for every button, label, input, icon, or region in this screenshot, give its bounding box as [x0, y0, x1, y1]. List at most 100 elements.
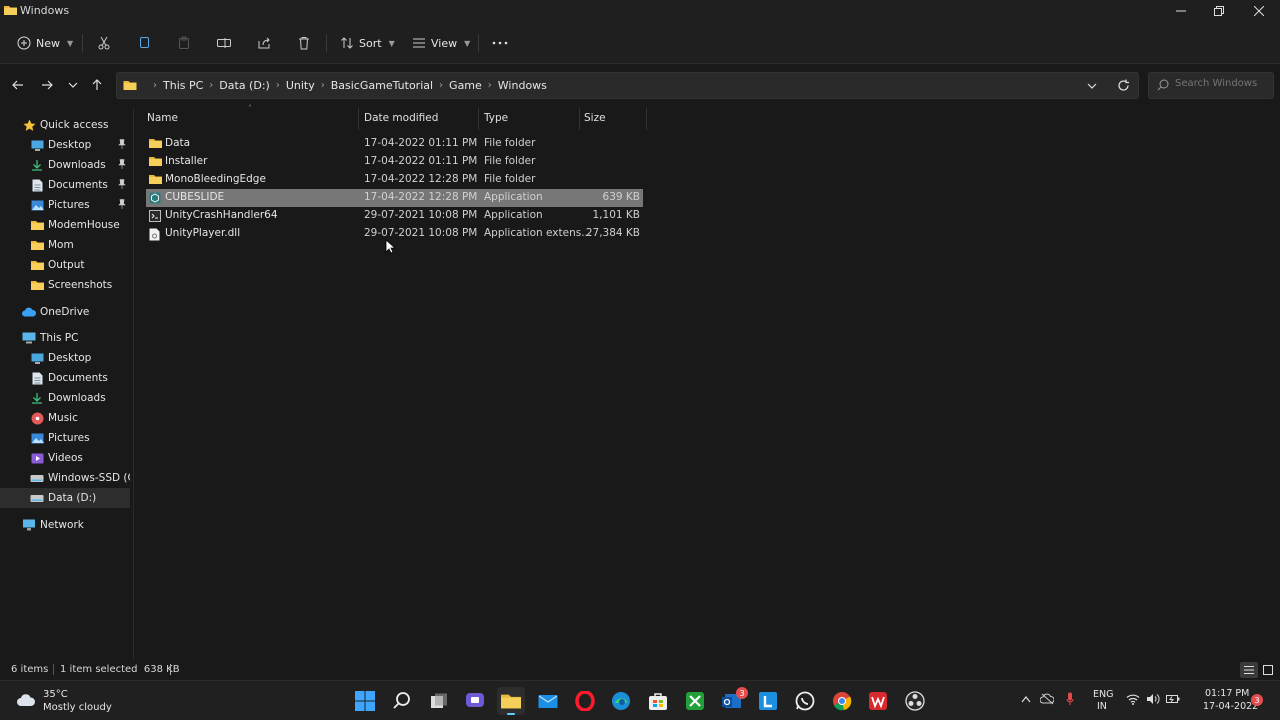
- column-header-date[interactable]: Date modified: [364, 112, 438, 124]
- opera-button[interactable]: [571, 687, 599, 715]
- search-box[interactable]: [1148, 72, 1274, 99]
- start-button[interactable]: [351, 687, 379, 715]
- sidebar-item-videos[interactable]: Videos: [0, 448, 130, 468]
- column-divider[interactable]: [358, 108, 359, 130]
- share-button[interactable]: [257, 31, 271, 55]
- delete-button[interactable]: [297, 31, 311, 55]
- close-button[interactable]: [1240, 0, 1278, 22]
- taskbar-search-button[interactable]: [388, 687, 416, 715]
- region-code[interactable]: IN: [1097, 701, 1107, 712]
- forward-button[interactable]: [36, 74, 58, 96]
- outlook-button[interactable]: 3: [718, 687, 748, 715]
- breadcrumb-windows[interactable]: Windows: [498, 79, 547, 92]
- minimize-button[interactable]: [1162, 0, 1200, 22]
- copy-button[interactable]: [137, 31, 151, 55]
- notification-badge[interactable]: 3: [1251, 694, 1263, 706]
- column-divider[interactable]: [478, 108, 479, 130]
- refresh-icon[interactable]: [1117, 79, 1130, 92]
- nav-label: This PC: [40, 332, 79, 344]
- nav-onedrive[interactable]: OneDrive: [0, 302, 130, 322]
- edge-button[interactable]: [607, 687, 635, 715]
- sidebar-item-mom[interactable]: Mom: [0, 235, 130, 255]
- show-hidden-icons-button[interactable]: [1021, 695, 1031, 703]
- whatsapp-button[interactable]: [791, 687, 819, 715]
- sidebar-item-data-d[interactable]: Data (D:): [0, 488, 130, 508]
- sidebar-item-modemhouse[interactable]: ModemHouse: [0, 215, 130, 235]
- weather-widget[interactable]: 35°C Mostly cloudy: [16, 689, 126, 715]
- file-row-cubeslide[interactable]: CUBESLIDE 17-04-2022 12:28 PM Application 6…: [146, 189, 643, 207]
- column-header-size[interactable]: Size: [584, 112, 606, 124]
- clock-date[interactable]: 17-04-2022: [1203, 701, 1258, 712]
- mail-button[interactable]: [534, 687, 562, 715]
- teams-chat-button[interactable]: [461, 687, 489, 715]
- sidebar-item-downloads[interactable]: Downloads: [0, 388, 130, 408]
- obs-button[interactable]: [901, 687, 929, 715]
- breadcrumb-game[interactable]: Game: [449, 79, 482, 92]
- recent-locations-button[interactable]: [62, 74, 84, 96]
- more-options-button[interactable]: [492, 31, 508, 55]
- view-button[interactable]: View ▼: [412, 31, 470, 55]
- file-row-unitycrashhandler64[interactable]: UnityCrashHandler64 29-07-2021 10:08 PM Ap…: [146, 207, 643, 225]
- wps-office-button[interactable]: [864, 687, 892, 715]
- address-history-dropdown[interactable]: [1087, 81, 1097, 91]
- clock-time[interactable]: 01:17 PM: [1205, 688, 1249, 699]
- details-view-button[interactable]: [1240, 662, 1258, 678]
- microphone-icon[interactable]: [1066, 692, 1074, 706]
- nav-this-pc[interactable]: This PC: [0, 328, 130, 348]
- breadcrumb-this-pc[interactable]: This PC: [163, 79, 203, 92]
- nav-network[interactable]: Network: [0, 515, 130, 535]
- battery-icon[interactable]: [1166, 693, 1180, 705]
- xbox-button[interactable]: [681, 687, 709, 715]
- volume-icon[interactable]: [1146, 693, 1160, 705]
- file-type: File folder: [484, 137, 536, 149]
- sidebar-item-desktop[interactable]: Desktop: [0, 348, 130, 368]
- share-icon: [257, 36, 271, 50]
- sidebar-item-documents[interactable]: Documents: [0, 368, 130, 388]
- language-code[interactable]: ENG: [1093, 689, 1113, 700]
- chrome-button[interactable]: [828, 687, 856, 715]
- column-divider[interactable]: [579, 108, 580, 130]
- new-button[interactable]: New ▼: [17, 31, 73, 55]
- nav-quick-access[interactable]: Quick access: [0, 115, 130, 135]
- cut-button[interactable]: [97, 31, 111, 55]
- documents-icon: [30, 371, 44, 385]
- column-header-type[interactable]: Type: [484, 112, 508, 124]
- wifi-icon[interactable]: [1126, 693, 1140, 705]
- file-row-data[interactable]: Data 17-04-2022 01:11 PM File folder: [146, 135, 643, 153]
- sidebar-item-documents[interactable]: Documents: [0, 175, 130, 195]
- address-bar[interactable]: › This PC › Data (D:) › Unity › BasicGam…: [116, 72, 1139, 99]
- sidebar-item-output[interactable]: Output: [0, 255, 130, 275]
- column-header-name[interactable]: Name: [147, 112, 178, 124]
- task-view-button[interactable]: [425, 687, 453, 715]
- sidebar-item-desktop[interactable]: Desktop: [0, 135, 130, 155]
- tiles-view-button[interactable]: [1260, 662, 1276, 678]
- breadcrumb-data-drive[interactable]: Data (D:): [219, 79, 270, 92]
- sidebar-item-pictures[interactable]: Pictures: [0, 195, 130, 215]
- sidebar-item-pictures[interactable]: Pictures: [0, 428, 130, 448]
- sidebar-item-downloads[interactable]: Downloads: [0, 155, 130, 175]
- file-explorer-button[interactable]: [497, 687, 525, 715]
- l-app-icon: [758, 691, 778, 711]
- file-name: UnityPlayer.dll: [165, 227, 241, 239]
- file-row-monobleedingedge[interactable]: MonoBleedingEdge 17-04-2022 12:28 PM File …: [146, 171, 643, 189]
- sidebar-item-windows-ssd-c[interactable]: Windows-SSD (C:): [0, 468, 130, 488]
- rename-button[interactable]: [217, 31, 231, 55]
- up-button[interactable]: [86, 74, 108, 96]
- restore-button[interactable]: [1200, 0, 1238, 22]
- app-l-button[interactable]: [754, 687, 782, 715]
- breadcrumb-basicgametutorial[interactable]: BasicGameTutorial: [331, 79, 433, 92]
- store-button[interactable]: [644, 687, 672, 715]
- paste-button[interactable]: [177, 31, 191, 55]
- back-button[interactable]: [7, 74, 29, 96]
- onedrive-tray-icon[interactable]: [1040, 693, 1054, 705]
- search-input[interactable]: [1175, 78, 1271, 89]
- sort-button[interactable]: Sort ▼: [340, 31, 395, 55]
- sidebar-item-music[interactable]: Music: [0, 408, 130, 428]
- chevron-down-icon: [68, 80, 78, 90]
- breadcrumb-unity[interactable]: Unity: [286, 79, 315, 92]
- sort-icon: [340, 36, 354, 50]
- sidebar-item-screenshots[interactable]: Screenshots: [0, 275, 130, 295]
- file-row-installer[interactable]: Installer 17-04-2022 01:11 PM File folder: [146, 153, 643, 171]
- column-divider[interactable]: [646, 108, 647, 130]
- folder-icon: [30, 218, 44, 232]
